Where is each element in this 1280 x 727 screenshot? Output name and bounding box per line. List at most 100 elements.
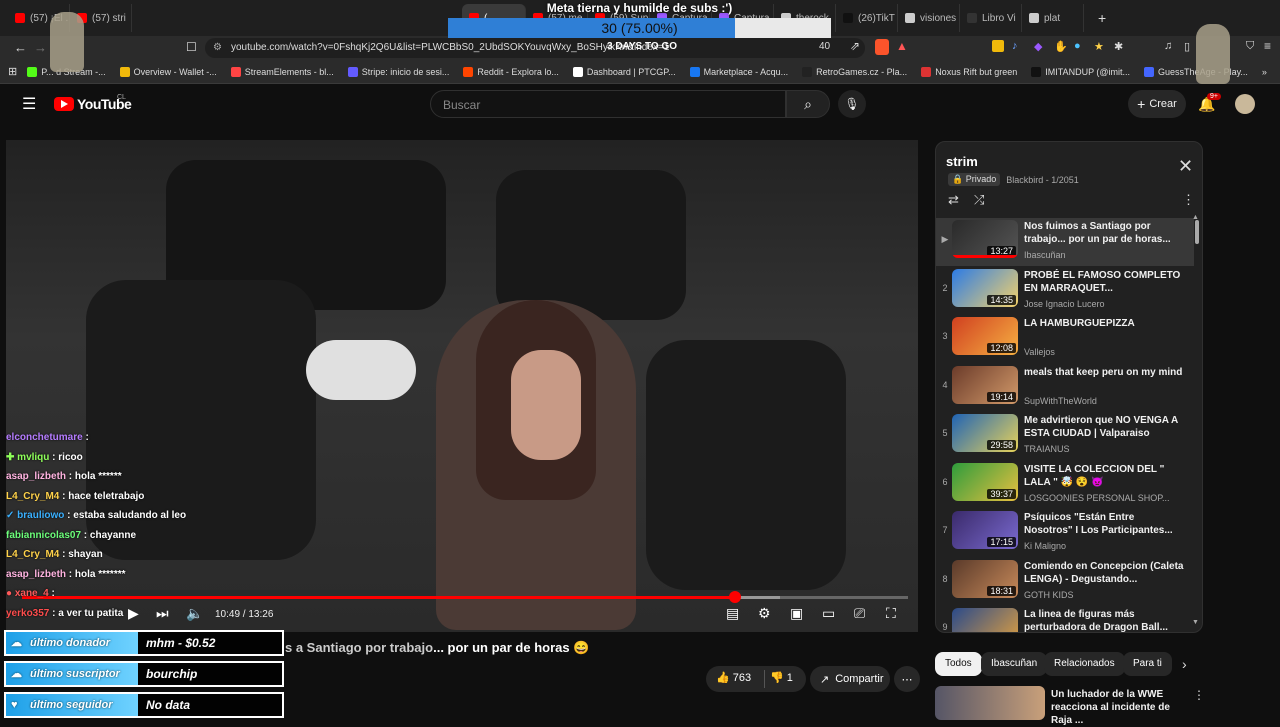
search-button[interactable]: ⌕ (786, 90, 830, 118)
extension-wallet-icon[interactable] (992, 40, 1004, 52)
playlist-item-thumbnail[interactable]: 29:58 (952, 414, 1018, 452)
create-button[interactable]: + Crear (1128, 90, 1186, 118)
playlist-item[interactable]: 3 12:08 LA HAMBURGUEPIZZA Vallejos (936, 315, 1194, 363)
bookmark-item[interactable]: Reddit - Explora lo... (463, 66, 559, 77)
apps-grid-icon[interactable]: ⊞ (8, 65, 17, 78)
more-actions-button[interactable]: ⋯ (894, 666, 920, 692)
avatar[interactable] (1235, 94, 1255, 114)
browser-tab[interactable]: Libro Vi (960, 4, 1022, 32)
site-info-icon[interactable]: ⚙ (213, 38, 222, 58)
playlist-item[interactable]: 2 14:35 PROBÉ EL FAMOSO COMPLETO EN MARRAQ… (936, 267, 1194, 315)
playlist-item[interactable]: 8 18:31 Comiendo en Concepcion (Caleta LEN… (936, 558, 1194, 606)
playlist-item[interactable]: 7 17:15 Psíquicos "Están Entre Nosotros" I… (936, 509, 1194, 557)
playlist-item-title: VISITE LA COLECCION DEL " LALA " 🤯 😵 👿 (1024, 463, 1165, 488)
back-icon[interactable]: ← (14, 40, 27, 55)
dislike-button[interactable]: 👎 1 (770, 671, 793, 684)
chip-relacionados[interactable]: Relacionados (1044, 652, 1125, 676)
tab-favicon-icon (967, 13, 977, 23)
bookmark-item[interactable]: IMITANDUP (@imit... (1031, 66, 1130, 77)
playlist-item-thumbnail[interactable]: 12:08 (952, 317, 1018, 355)
recommended-more-icon[interactable]: ⋮ (1193, 688, 1205, 702)
playlist-item[interactable]: 6 39:37 VISITE LA COLECCION DEL " LALA " 🤯… (936, 461, 1194, 509)
brave-rewards-icon[interactable]: ▲ (896, 39, 908, 53)
cast-icon[interactable]: ⎚ (854, 605, 865, 622)
browser-tab[interactable]: plat (1022, 4, 1084, 32)
zoom-level: 40 (819, 41, 831, 52)
playlist-item-channel: GOTH KIDS (1024, 589, 1074, 600)
bookmark-item[interactable]: Marketplace - Acqu... (689, 66, 788, 77)
miniplayer-icon[interactable]: ▣ (790, 605, 803, 622)
vpn-icon[interactable]: ⛉ (1246, 40, 1254, 53)
scroll-down-icon[interactable]: ▼ (1192, 619, 1199, 626)
video-buffered-bar (735, 596, 780, 599)
bookmarks-overflow-icon[interactable]: » (1262, 67, 1267, 77)
playlist-item[interactable]: 5 29:58 Me advirtieron que NO VENGA A ESTA… (936, 412, 1194, 460)
bookmark-icon[interactable]: ☐ (186, 40, 197, 54)
playlist-scrollbar[interactable] (1195, 220, 1199, 244)
forward-icon[interactable]: → (34, 40, 47, 55)
playlist-item-thumbnail[interactable]: 18:31 (952, 559, 1018, 598)
theater-mode-icon[interactable]: ▭ (822, 605, 835, 622)
bookmark-item[interactable]: Dashboard | PTCGP... (572, 66, 676, 77)
url-bar[interactable]: ⚙ youtube.com/watch?v=0FshqKj2Q6U&list=P… (205, 38, 865, 58)
bookmark-item[interactable]: RetroGames.cz - Pla... (802, 66, 907, 77)
share-icon[interactable]: ⇗ (850, 39, 860, 53)
playlist-item-channel: Ibascuñan (1024, 250, 1066, 260)
menu-icon[interactable]: ☰ (22, 94, 36, 114)
chip-todos[interactable]: Todos (935, 652, 982, 676)
playlist-title[interactable]: strim (946, 154, 978, 169)
extensions-icon[interactable]: ✱ (1114, 40, 1123, 53)
recommended-thumbnail[interactable] (935, 686, 1045, 720)
chat-text: : (82, 432, 89, 443)
share-button[interactable]: ↗ Compartir (810, 666, 890, 692)
country-code: CL (117, 94, 126, 101)
browser-menu-icon[interactable]: ≡ (1264, 39, 1271, 53)
search-input[interactable]: Buscar (430, 90, 786, 118)
voice-search-button[interactable]: 🎙 (838, 90, 866, 118)
playlist-item-thumbnail[interactable]: 39:37 (952, 462, 1018, 501)
subtitles-icon[interactable]: ▤ (726, 605, 739, 622)
recommended-video[interactable]: Un luchador de la WWE reacciona al incid… (935, 686, 1205, 726)
bookmark-item[interactable]: Stripe: inicio de sesi... (347, 66, 449, 77)
chips-next-icon[interactable]: › (1182, 656, 1187, 672)
media-control-icon[interactable]: ♫ (1164, 40, 1172, 52)
bookmark-item[interactable]: StreamElements - bl... (230, 66, 334, 77)
shuffle-icon[interactable]: ⤮ (974, 192, 984, 208)
loop-icon[interactable]: ⇄ (948, 192, 959, 208)
video-scrubber-knob[interactable] (729, 591, 742, 603)
fullscreen-icon[interactable]: ⛶ (886, 605, 896, 622)
playlist-item-thumbnail[interactable]: 13:13 (952, 608, 1018, 632)
more-vert-icon[interactable]: ⋮ (1182, 192, 1195, 208)
settings-gear-icon[interactable]: ⚙ (758, 605, 771, 622)
extension-star-icon[interactable]: ★ (1094, 40, 1104, 53)
youtube-logo-icon[interactable] (54, 97, 74, 111)
playlist-item-thumbnail[interactable]: 19:14 (952, 365, 1018, 404)
playlist-item-thumbnail[interactable]: 14:35 (952, 268, 1018, 307)
sidebar-toggle-icon[interactable]: ▯ (1184, 40, 1190, 53)
bookmark-item[interactable]: Overview - Wallet -... (119, 66, 217, 77)
chip-para-ti[interactable]: Para ti (1123, 652, 1172, 676)
bookmark-favicon-icon (1144, 66, 1155, 77)
scroll-up-icon[interactable]: ▲ (1192, 214, 1199, 221)
recommended-title[interactable]: Un luchador de la WWE reacciona al incid… (1051, 688, 1186, 727)
new-tab-icon[interactable]: + (1098, 10, 1106, 26)
playlist-item[interactable]: ▶ 13:27 Nos fuimos a Santiago por trabajo.… (936, 218, 1194, 266)
bookmark-item[interactable]: Noxus Rift but green (921, 66, 1017, 77)
chip-ibascuñan[interactable]: Ibascuñan (981, 652, 1048, 676)
brave-shield-icon[interactable] (875, 39, 889, 55)
extension-globe-icon[interactable]: ● (1074, 40, 1081, 52)
alert-box: ♥ último seguidor No data (4, 692, 284, 718)
close-icon[interactable]: ✕ (1178, 156, 1193, 177)
playlist-item[interactable]: 4 19:14 meals that keep peru on my mind Sup… (936, 364, 1194, 412)
more-horiz-icon: ⋯ (901, 673, 913, 686)
playlist-item-duration: 29:58 (987, 440, 1016, 450)
extension-twitch-icon[interactable]: ◆ (1034, 40, 1042, 53)
browser-tab[interactable]: visiones (898, 4, 960, 32)
extension-audio-icon[interactable]: ♪ (1012, 40, 1018, 52)
like-button[interactable]: 👍 763 (716, 671, 751, 684)
browser-tab[interactable]: (26)TikT (836, 4, 898, 32)
playlist-item[interactable]: 9 13:13La linea de figuras más perturbado… (936, 606, 1194, 632)
extension-hand-icon[interactable]: ✋ (1054, 40, 1068, 53)
playlist-item-thumbnail[interactable]: 13:27 (952, 220, 1018, 258)
playlist-item-thumbnail[interactable]: 17:15 (952, 511, 1018, 549)
